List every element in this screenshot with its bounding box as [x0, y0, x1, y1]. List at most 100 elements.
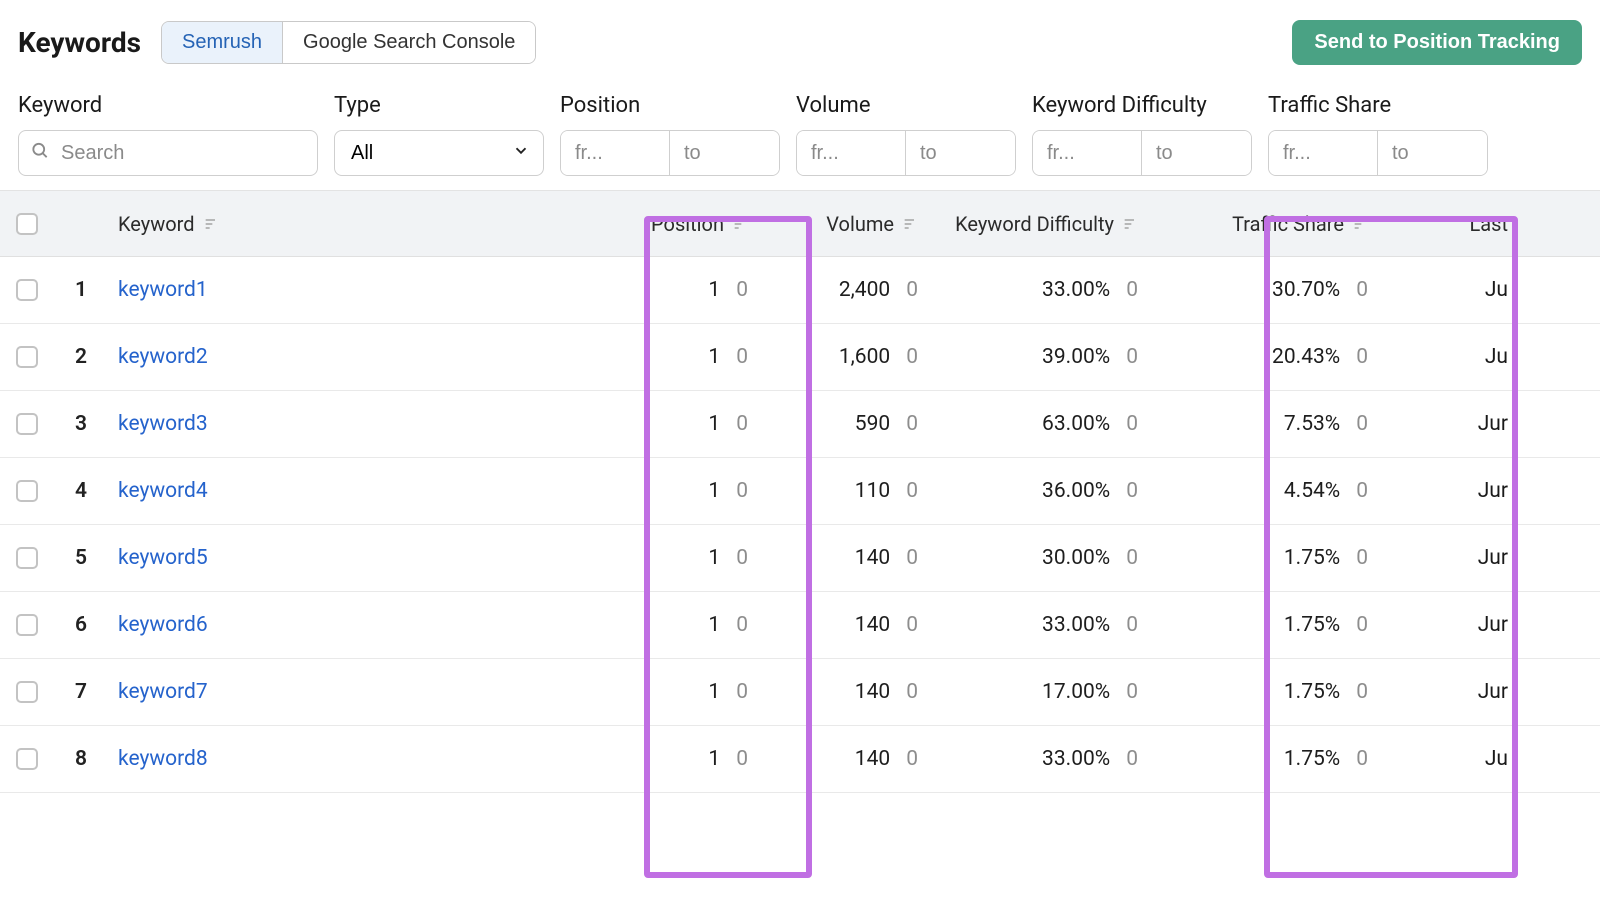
filter-keyword-label: Keyword [18, 93, 318, 118]
cell-last: Ju [1378, 278, 1518, 302]
row-index: 5 [54, 546, 108, 570]
row-index: 8 [54, 747, 108, 771]
filter-position: Position [560, 93, 780, 176]
volume-to-input[interactable] [906, 131, 1015, 175]
col-traffic-share[interactable]: Traffic Share [1148, 212, 1378, 236]
header-bar: Keywords Semrush Google Search Console S… [0, 0, 1600, 79]
volume-range [796, 130, 1016, 176]
table-row: 7 keyword7 10 1400 17.00%0 1.75%0 Jur [0, 659, 1600, 726]
col-volume[interactable]: Volume [758, 212, 928, 236]
traffic-share-from-input[interactable] [1269, 131, 1378, 175]
cell-position: 10 [608, 546, 758, 570]
keyword-search-input[interactable] [18, 130, 318, 176]
row-checkbox-wrap [0, 480, 54, 502]
volume-from-input[interactable] [797, 131, 906, 175]
row-checkbox[interactable] [16, 413, 38, 435]
keyword-link[interactable]: keyword2 [118, 345, 208, 369]
col-position[interactable]: Position [608, 212, 758, 236]
row-index: 3 [54, 412, 108, 436]
row-checkbox[interactable] [16, 547, 38, 569]
row-checkbox-wrap [0, 748, 54, 770]
cell-keyword: keyword3 [108, 412, 608, 436]
keyword-link[interactable]: keyword1 [118, 278, 208, 302]
cell-last: Ju [1378, 345, 1518, 369]
col-difficulty[interactable]: Keyword Difficulty [928, 212, 1148, 236]
row-checkbox-wrap [0, 346, 54, 368]
tab-semrush[interactable]: Semrush [162, 22, 283, 63]
cell-volume: 2,4000 [758, 278, 928, 302]
cell-volume: 5900 [758, 412, 928, 436]
filter-difficulty-label: Keyword Difficulty [1032, 93, 1252, 118]
row-checkbox[interactable] [16, 614, 38, 636]
row-checkbox-wrap [0, 614, 54, 636]
sort-icon [1352, 216, 1368, 232]
row-checkbox[interactable] [16, 681, 38, 703]
filter-position-label: Position [560, 93, 780, 118]
filter-difficulty: Keyword Difficulty [1032, 93, 1252, 176]
cell-position: 10 [608, 412, 758, 436]
col-position-label: Position [651, 212, 724, 236]
select-all-wrap [0, 213, 54, 235]
row-index: 2 [54, 345, 108, 369]
cell-keyword: keyword8 [108, 747, 608, 771]
cell-volume: 1400 [758, 613, 928, 637]
cell-keyword: keyword4 [108, 479, 608, 503]
row-checkbox[interactable] [16, 279, 38, 301]
cell-position: 10 [608, 278, 758, 302]
table-row: 5 keyword5 10 1400 30.00%0 1.75%0 Jur [0, 525, 1600, 592]
cell-traffic-share: 30.70%0 [1148, 278, 1378, 302]
send-to-position-tracking-button[interactable]: Send to Position Tracking [1292, 20, 1582, 65]
cell-last: Jur [1378, 412, 1518, 436]
cell-traffic-share: 1.75%0 [1148, 680, 1378, 704]
keyword-link[interactable]: keyword5 [118, 546, 208, 570]
cell-last: Ju [1378, 747, 1518, 771]
col-difficulty-label: Keyword Difficulty [955, 212, 1114, 236]
keyword-link[interactable]: keyword6 [118, 613, 208, 637]
row-index: 6 [54, 613, 108, 637]
position-from-input[interactable] [561, 131, 670, 175]
select-all-checkbox[interactable] [16, 213, 38, 235]
table-row: 6 keyword6 10 1400 33.00%0 1.75%0 Jur [0, 592, 1600, 659]
keyword-link[interactable]: keyword4 [118, 479, 208, 503]
col-last-label: Last [1469, 212, 1508, 236]
cell-difficulty: 36.00%0 [928, 479, 1148, 503]
col-last[interactable]: Last [1378, 212, 1518, 236]
position-to-input[interactable] [670, 131, 779, 175]
cell-traffic-share: 4.54%0 [1148, 479, 1378, 503]
cell-last: Jur [1378, 479, 1518, 503]
cell-volume: 1400 [758, 747, 928, 771]
keyword-link[interactable]: keyword7 [118, 680, 208, 704]
cell-difficulty: 33.00%0 [928, 278, 1148, 302]
cell-difficulty: 63.00%0 [928, 412, 1148, 436]
row-checkbox[interactable] [16, 748, 38, 770]
traffic-share-to-input[interactable] [1378, 131, 1487, 175]
row-checkbox[interactable] [16, 480, 38, 502]
cell-position: 10 [608, 680, 758, 704]
cell-difficulty: 30.00%0 [928, 546, 1148, 570]
row-checkbox-wrap [0, 279, 54, 301]
page-title: Keywords [18, 26, 141, 59]
cell-position: 10 [608, 747, 758, 771]
type-select[interactable]: All [334, 130, 544, 176]
row-checkbox-wrap [0, 681, 54, 703]
cell-difficulty: 33.00%0 [928, 747, 1148, 771]
row-checkbox[interactable] [16, 346, 38, 368]
col-keyword[interactable]: Keyword [108, 212, 608, 236]
tab-google-search-console[interactable]: Google Search Console [283, 22, 535, 63]
difficulty-from-input[interactable] [1033, 131, 1142, 175]
row-index: 4 [54, 479, 108, 503]
cell-traffic-share: 20.43%0 [1148, 345, 1378, 369]
cell-keyword: keyword1 [108, 278, 608, 302]
keyword-link[interactable]: keyword3 [118, 412, 208, 436]
cell-last: Jur [1378, 680, 1518, 704]
cell-keyword: keyword7 [108, 680, 608, 704]
position-range [560, 130, 780, 176]
difficulty-to-input[interactable] [1142, 131, 1251, 175]
cell-traffic-share: 1.75%0 [1148, 613, 1378, 637]
filter-traffic-share-label: Traffic Share [1268, 93, 1488, 118]
search-input-wrap [18, 130, 318, 176]
row-checkbox-wrap [0, 413, 54, 435]
cell-keyword: keyword2 [108, 345, 608, 369]
keyword-link[interactable]: keyword8 [118, 747, 208, 771]
keywords-table: Keyword Position Volume Keyword Difficul… [0, 190, 1600, 793]
